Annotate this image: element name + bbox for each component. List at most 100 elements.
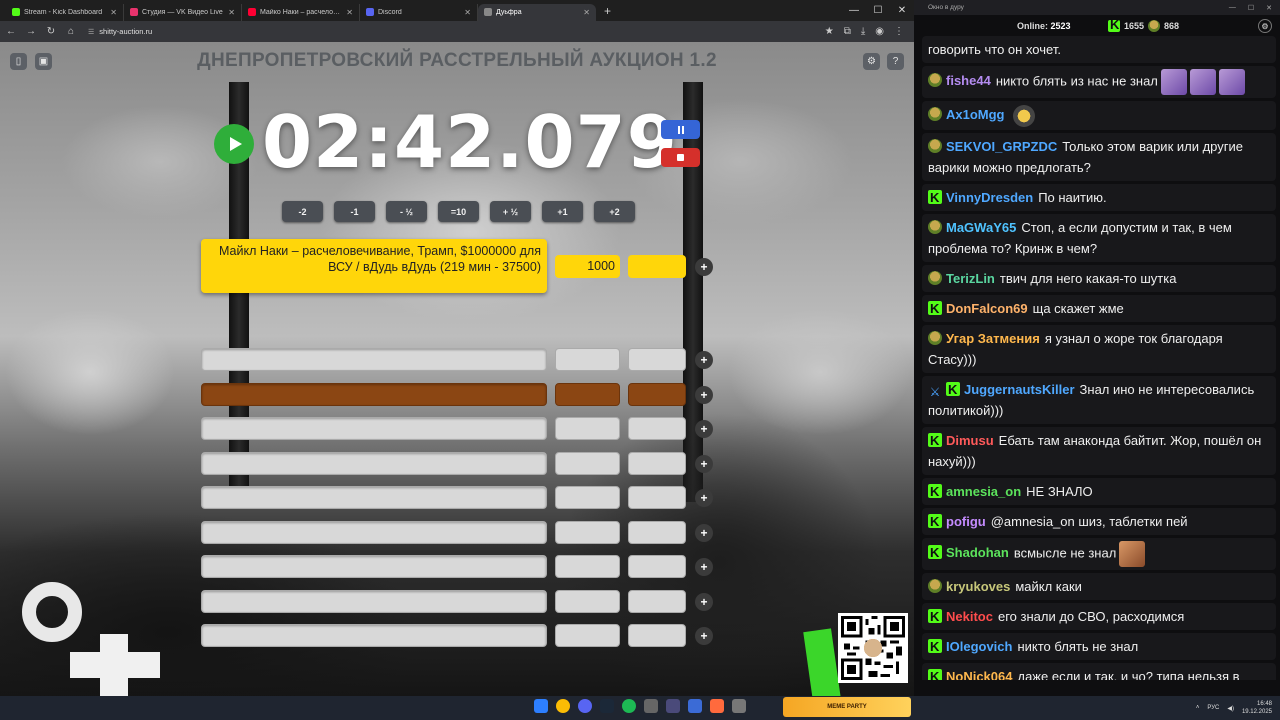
stop-button[interactable] (661, 148, 700, 167)
chat-username[interactable]: JuggernautsKiller (964, 382, 1075, 397)
browser-tab[interactable]: Discord ✕ (360, 3, 478, 21)
lot-extra-field[interactable] (628, 417, 686, 440)
lot-amount-input[interactable] (555, 382, 620, 406)
time-adjust-button[interactable]: =10 (438, 201, 479, 222)
time-adjust-button[interactable]: + ½ (490, 201, 531, 222)
discord-icon[interactable] (578, 699, 592, 713)
chat-username[interactable]: IOlegovich (946, 639, 1012, 654)
lot-name-input[interactable] (201, 451, 547, 475)
lot-name-input[interactable] (201, 382, 547, 406)
chat-username[interactable]: pofigu (946, 514, 986, 529)
tab-close-icon[interactable]: ✕ (464, 8, 471, 17)
chat-username[interactable]: amnesia_on (946, 484, 1021, 499)
chat-username[interactable]: TerizLin (946, 271, 995, 286)
browser-tab[interactable]: Студия — VK Видео Live ✕ (124, 3, 242, 21)
add-amount-button[interactable]: + (695, 592, 713, 611)
app-icon[interactable] (732, 699, 746, 713)
lot-name-input[interactable] (201, 624, 547, 647)
lot-amount-input[interactable]: 1000 (555, 255, 620, 278)
lot-name-input[interactable] (201, 348, 547, 371)
add-amount-button[interactable]: + (695, 258, 713, 276)
tab-close-icon[interactable]: ✕ (583, 8, 590, 17)
time-adjust-button[interactable]: -1 (334, 201, 375, 222)
chat-username[interactable]: MaGWaY65 (946, 220, 1016, 235)
lot-amount-input[interactable] (555, 589, 620, 613)
lot-extra-field[interactable] (628, 520, 686, 544)
help-button[interactable]: ? (887, 53, 904, 70)
add-amount-button[interactable]: + (695, 385, 713, 404)
chat-username[interactable]: VinnyDresden (946, 190, 1033, 205)
close-icon[interactable]: ✕ (890, 0, 914, 21)
reload-icon[interactable]: ↻ (44, 25, 58, 39)
add-amount-button[interactable]: + (695, 489, 713, 507)
chat-username[interactable]: fishe44 (946, 73, 991, 88)
app-icon[interactable] (644, 699, 658, 713)
chat-username[interactable]: Ax1oMgg (946, 107, 1005, 122)
lot-amount-input[interactable] (555, 348, 620, 371)
bookmark-star-icon[interactable]: ★ (825, 26, 834, 37)
time-adjust-button[interactable]: - ½ (386, 201, 427, 222)
maximize-icon[interactable]: ☐ (1248, 4, 1254, 12)
app-icon[interactable] (710, 699, 724, 713)
lot-amount-input[interactable] (555, 486, 620, 509)
lot-extra-field[interactable] (628, 255, 686, 278)
start-icon[interactable] (534, 699, 548, 713)
settings-button[interactable]: ⚙ (863, 53, 880, 70)
add-amount-button[interactable]: + (695, 627, 713, 645)
time-adjust-button[interactable]: -2 (282, 201, 323, 222)
play-button[interactable] (214, 124, 254, 164)
forward-icon[interactable]: → (24, 25, 38, 39)
add-amount-button[interactable]: + (695, 523, 713, 542)
chat-username[interactable]: Dimusu (946, 433, 994, 448)
add-amount-button[interactable]: + (695, 351, 713, 369)
tab-close-icon[interactable]: ✕ (346, 8, 353, 17)
obs-icon[interactable] (666, 699, 680, 713)
spotify-icon[interactable] (622, 699, 636, 713)
time-adjust-button[interactable]: +2 (594, 201, 635, 222)
add-amount-button[interactable]: + (695, 420, 713, 438)
minimize-icon[interactable]: — (1229, 4, 1236, 12)
app-icon[interactable] (688, 699, 702, 713)
url-field[interactable]: ☰ shitty-auction.ru (88, 27, 152, 36)
chat-username[interactable]: SEKVOI_GRPZDC (946, 139, 1057, 154)
new-tab-button[interactable]: + (596, 4, 619, 18)
lot-extra-field[interactable] (628, 382, 686, 406)
lot-amount-input[interactable] (555, 624, 620, 647)
lot-extra-field[interactable] (628, 589, 686, 613)
lot-amount-input[interactable] (555, 417, 620, 440)
browser-tab[interactable]: Дуьфра ✕ (478, 3, 596, 21)
lot-amount-input[interactable] (555, 451, 620, 475)
browser-tab[interactable]: Stream - Kick Dashboard ✕ (6, 3, 124, 21)
clock[interactable]: 16:48 19.12.2025 (1242, 700, 1272, 716)
lot-name-input[interactable]: Майкл Наки – расчеловечивание, Трамп, $1… (201, 239, 547, 293)
browser-tab[interactable]: Майко Наки – расчеловечива... ✕ (242, 3, 360, 21)
download-icon[interactable]: ⤓ (861, 26, 865, 37)
lot-name-input[interactable] (201, 589, 547, 613)
lot-name-input[interactable] (201, 486, 547, 509)
lot-extra-field[interactable] (628, 451, 686, 475)
chat-username[interactable]: Shadohan (946, 545, 1009, 560)
lot-name-input[interactable] (201, 520, 547, 544)
maximize-icon[interactable]: ☐ (866, 0, 890, 21)
chevron-up-icon[interactable]: ˄ (1196, 705, 1200, 711)
pause-button[interactable] (661, 120, 700, 139)
lot-extra-field[interactable] (628, 624, 686, 647)
time-adjust-button[interactable]: +1 (542, 201, 583, 222)
steam-icon[interactable] (600, 699, 614, 713)
add-amount-button[interactable]: + (695, 558, 713, 576)
chat-username[interactable]: DonFalcon69 (946, 301, 1028, 316)
lot-name-input[interactable] (201, 555, 547, 578)
lot-extra-field[interactable] (628, 555, 686, 578)
home-icon[interactable]: ⌂ (64, 25, 78, 39)
lot-extra-field[interactable] (628, 348, 686, 371)
back-icon[interactable]: ← (4, 25, 18, 39)
menu-icon[interactable]: ⋮ (894, 26, 904, 37)
chrome-icon[interactable] (556, 699, 570, 713)
chat-username[interactable]: Угар Затмения (946, 331, 1040, 346)
minimize-icon[interactable]: — (842, 0, 866, 21)
chat-username[interactable]: Nekitoc (946, 609, 993, 624)
chat-settings-icon[interactable]: ⚙ (1258, 19, 1272, 33)
lot-extra-field[interactable] (628, 486, 686, 509)
lot-name-input[interactable] (201, 417, 547, 440)
chat-username[interactable]: NoNick064 (946, 669, 1012, 680)
